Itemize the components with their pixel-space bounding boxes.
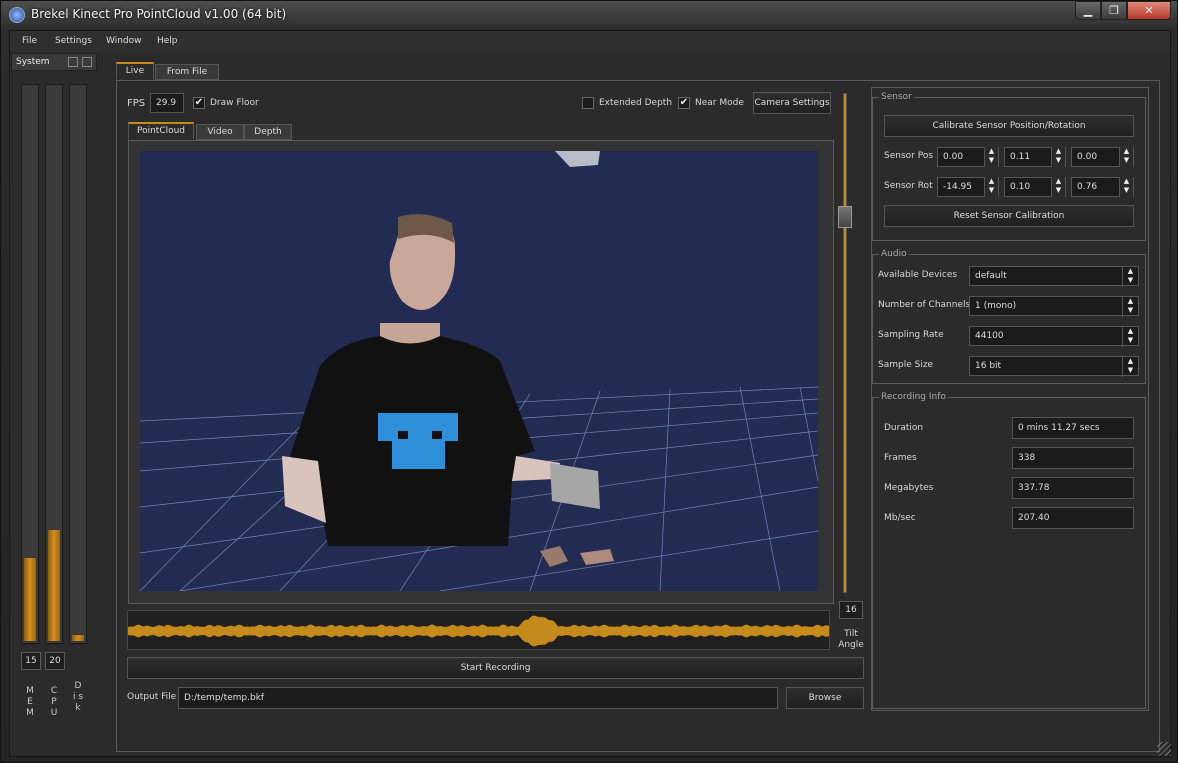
- cpu-meter-fill: [48, 530, 60, 641]
- recording-info-group: Recording Info: [872, 392, 1146, 709]
- draw-floor-label: Draw Floor: [210, 98, 259, 108]
- app-window: Brekel Kinect Pro PointCloud v1.00 (64 b…: [0, 0, 1178, 763]
- float-panel-icon[interactable]: [68, 57, 78, 67]
- app-logo-icon: [9, 7, 25, 23]
- resize-grip-icon[interactable]: [1157, 742, 1171, 756]
- close-icon: ✕: [1144, 4, 1154, 17]
- duration-value: 0 mins 11.27 secs: [1012, 417, 1134, 439]
- mem-meter-fill: [24, 558, 36, 641]
- megabytes-value: 337.78: [1012, 477, 1134, 499]
- title-bar: Brekel Kinect Pro PointCloud v1.00 (64 b…: [1, 1, 1177, 29]
- spinner-icon[interactable]: ▲ ▼: [1119, 177, 1133, 197]
- dropdown-arrow-icon: ▲ ▼: [1122, 267, 1138, 287]
- spinner-icon[interactable]: ▲ ▼: [984, 177, 998, 197]
- disk-label: D i s k: [72, 681, 84, 713]
- spinner-icon[interactable]: ▲ ▼: [1119, 147, 1133, 167]
- sampling-rate-label: Sampling Rate: [878, 330, 944, 340]
- output-file-field[interactable]: D:/temp/temp.bkf: [178, 687, 778, 709]
- reset-sensor-button[interactable]: Reset Sensor Calibration: [884, 205, 1134, 227]
- extended-depth-label: Extended Depth: [599, 98, 673, 108]
- minimize-button[interactable]: ▁: [1075, 1, 1101, 20]
- dropdown-arrow-icon: ▲ ▼: [1122, 297, 1138, 317]
- pointcloud-viewport[interactable]: [140, 151, 818, 591]
- calibrate-sensor-button[interactable]: Calibrate Sensor Position/Rotation: [884, 115, 1134, 137]
- audio-group-title: Audio: [879, 249, 909, 259]
- sensor-pos-label: Sensor Pos: [884, 151, 934, 161]
- held-object-points: [550, 463, 600, 509]
- recording-info-title: Recording Info: [879, 392, 948, 402]
- tilt-slider-handle[interactable]: [838, 206, 852, 228]
- mem-meter: [21, 84, 39, 644]
- near-mode-checkbox[interactable]: ✔: [678, 97, 690, 109]
- tab-live[interactable]: Live: [116, 62, 154, 80]
- sampling-rate-select[interactable]: 44100 ▲ ▼: [969, 326, 1139, 347]
- channels-select[interactable]: 1 (mono) ▲ ▼: [969, 296, 1139, 317]
- mem-value: 15: [21, 652, 41, 670]
- tab-video[interactable]: Video: [196, 124, 244, 140]
- frames-label: Frames: [884, 453, 917, 463]
- sensor-group-title: Sensor: [879, 92, 914, 102]
- sample-size-value: 16 bit: [975, 361, 1002, 371]
- tab-depth[interactable]: Depth: [244, 124, 292, 140]
- system-panel-title: System: [16, 57, 50, 67]
- menu-window[interactable]: Window: [106, 36, 142, 46]
- sampling-rate-value: 44100: [975, 331, 1004, 341]
- audio-waveform: [127, 610, 830, 650]
- dropdown-arrow-icon: ▲ ▼: [1122, 327, 1138, 347]
- available-devices-label: Available Devices: [878, 270, 958, 280]
- tab-pointcloud[interactable]: PointCloud: [128, 122, 194, 140]
- extended-depth-checkbox[interactable]: [582, 97, 594, 109]
- maximize-button[interactable]: ❐: [1101, 1, 1127, 20]
- browse-button[interactable]: Browse: [786, 687, 864, 709]
- cpu-meter: [45, 84, 63, 644]
- disk-meter-fill: [72, 635, 84, 641]
- sample-size-label: Sample Size: [878, 360, 934, 370]
- tilt-angle-label: Tilt Angle: [838, 629, 864, 650]
- disk-meter: [69, 84, 87, 644]
- megabytes-label: Megabytes: [884, 483, 934, 493]
- minimize-icon: ▁: [1083, 4, 1093, 17]
- spinner-icon[interactable]: ▲ ▼: [1051, 147, 1065, 167]
- spinner-icon[interactable]: ▲ ▼: [1051, 177, 1065, 197]
- camera-settings-button[interactable]: Camera Settings: [753, 92, 831, 114]
- menu-settings[interactable]: Settings: [55, 36, 92, 46]
- channels-label: Number of Channels: [878, 300, 971, 310]
- start-recording-button[interactable]: Start Recording: [127, 657, 864, 679]
- mbsec-value: 207.40: [1012, 507, 1134, 529]
- waveform-graphic: [128, 611, 829, 649]
- pointcloud-render: [140, 151, 818, 591]
- cpu-value: 20: [45, 652, 65, 670]
- cpu-label: C P U: [50, 686, 58, 718]
- sample-size-select[interactable]: 16 bit ▲ ▼: [969, 356, 1139, 377]
- close-button[interactable]: ✕: [1127, 1, 1171, 20]
- tilt-slider-track[interactable]: [843, 93, 847, 593]
- fps-label: FPS: [127, 98, 146, 109]
- tilt-angle-value: 16: [839, 601, 863, 619]
- spinner-icon[interactable]: ▲ ▼: [984, 147, 998, 167]
- draw-floor-checkbox[interactable]: ✔: [193, 97, 205, 109]
- floor-debris-points: [540, 546, 568, 567]
- menu-help[interactable]: Help: [157, 36, 178, 46]
- menu-bar: File Settings Window Help: [10, 31, 1170, 52]
- system-panel-header: System: [11, 53, 97, 71]
- close-panel-icon[interactable]: [82, 57, 92, 67]
- tab-from-file[interactable]: From File: [155, 64, 219, 80]
- available-devices-select[interactable]: default ▲ ▼: [969, 266, 1139, 287]
- output-file-label: Output File: [127, 692, 177, 702]
- near-mode-label: Near Mode: [695, 98, 744, 108]
- ceiling-points: [555, 151, 600, 167]
- mem-label: M E M: [26, 686, 34, 718]
- channels-value: 1 (mono): [975, 301, 1017, 311]
- sensor-rot-label: Sensor Rot: [884, 181, 933, 191]
- fps-value: 29.9: [150, 93, 184, 113]
- duration-label: Duration: [884, 423, 924, 433]
- menu-file[interactable]: File: [22, 36, 37, 46]
- available-devices-value: default: [975, 271, 1007, 281]
- mbsec-label: Mb/sec: [884, 513, 916, 523]
- dropdown-arrow-icon: ▲ ▼: [1122, 357, 1138, 377]
- window-title: Brekel Kinect Pro PointCloud v1.00 (64 b…: [31, 7, 287, 21]
- maximize-icon: ❐: [1109, 4, 1119, 17]
- frames-value: 338: [1012, 447, 1134, 469]
